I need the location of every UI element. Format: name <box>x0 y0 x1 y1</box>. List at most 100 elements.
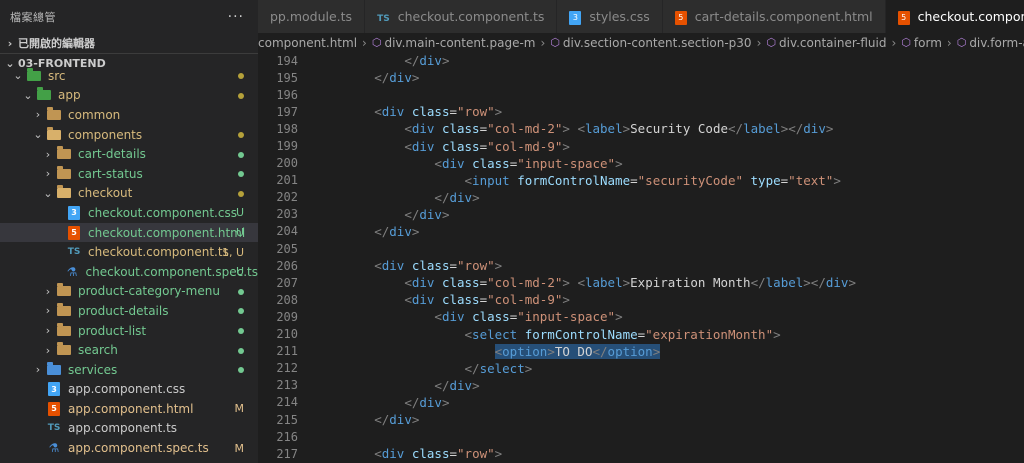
line-number: 202 <box>276 190 298 205</box>
tree-item[interactable]: ⚗ checkout.component.spec.ts U <box>0 262 258 282</box>
editor-tab[interactable]: TS checkout.component.ts <box>365 0 558 33</box>
git-status-dot <box>238 167 244 180</box>
tree-item[interactable]: › cart-status <box>0 164 258 184</box>
element-icon: ⬡ <box>956 36 967 49</box>
breadcrumb-item[interactable]: component.html <box>258 36 357 50</box>
chevron-right-icon: › <box>891 35 897 50</box>
line-number: 209 <box>276 309 298 324</box>
code-line: 214 </div> <box>258 394 1024 411</box>
editor-tab[interactable]: 5checkout.component.html× <box>885 0 1024 33</box>
tree-item[interactable]: 3 app.component.css <box>0 380 258 400</box>
chevron-right-icon: › <box>756 35 762 50</box>
tree-item[interactable]: 5 app.component.html M <box>0 399 258 419</box>
code-text: <div class="row"> <box>374 258 503 274</box>
tree-item-label: checkout <box>78 186 133 201</box>
status-dot <box>238 308 244 315</box>
status-dot <box>238 288 244 295</box>
line-number: 206 <box>276 258 298 273</box>
tree-item[interactable]: › search <box>0 340 258 360</box>
tree-item[interactable]: › product-list <box>0 321 258 341</box>
folder-icon <box>56 342 72 357</box>
code-line: 201 <input formControlName="securityCode… <box>258 172 1024 189</box>
chevron-down-icon: ⌄ <box>23 88 33 102</box>
line-number: 216 <box>276 429 298 444</box>
tree-item-label: checkout.component.css <box>88 205 237 220</box>
folder-icon <box>36 87 52 102</box>
code-line: 216 <box>258 428 1024 445</box>
tree-item[interactable]: › common <box>0 105 258 125</box>
git-status-badge: M <box>234 441 245 455</box>
chevron-right-icon: › <box>45 304 51 318</box>
tree-item[interactable]: ⌄ src <box>0 66 258 86</box>
spec-file-icon: ⚗ <box>66 264 78 279</box>
tab-label: checkout.component.ts <box>397 9 545 24</box>
editor-tab[interactable]: 3 styles.css <box>557 0 663 33</box>
editor-area: TSpp.module.ts TS checkout.component.ts 3 st… <box>258 0 1024 463</box>
tab-label: styles.css <box>589 9 650 24</box>
line-number: 197 <box>276 104 298 119</box>
code-line: 205 <box>258 240 1024 257</box>
breadcrumb-item[interactable]: div.form-are <box>969 36 1024 50</box>
tree-item[interactable]: › services <box>0 360 258 380</box>
tree-item[interactable]: TS checkout.component.ts 1, U <box>0 242 258 262</box>
tree-item[interactable]: › cart-details <box>0 144 258 164</box>
code-text: </div> <box>434 377 480 393</box>
tree-item[interactable]: ⌄ app <box>0 86 258 106</box>
code-text: <div class="col-md-2"> <label>Security C… <box>404 121 834 137</box>
tree-item[interactable]: ⌄ components <box>0 125 258 145</box>
code-line: 194 </div> <box>258 52 1024 69</box>
tree-item[interactable]: › product-category-menu <box>0 282 258 302</box>
status-dot <box>238 328 244 335</box>
open-editors-section[interactable]: › 已開啟的編輯器 <box>0 33 258 53</box>
code-line: 207 <div class="col-md-2"> <label>Expira… <box>258 274 1024 291</box>
tree-item[interactable]: ⌄ checkout <box>0 184 258 204</box>
explorer-sidebar: 檔案總管 ··· › 已開啟的編輯器 ⌄ 03-FRONTEND ⌄ src ⌄ ap… <box>0 0 258 463</box>
folder-icon <box>46 126 62 142</box>
git-status-dot <box>238 148 244 161</box>
tree-item[interactable]: 5 checkout.component.html U <box>0 222 258 243</box>
code-line: 213 </div> <box>258 377 1024 394</box>
line-number: 217 <box>276 446 298 461</box>
line-number: 196 <box>276 87 298 102</box>
git-status-dot <box>238 324 244 337</box>
breadcrumb: component.html › ⬡ div.main-content.page-m ›… <box>258 33 1024 52</box>
breadcrumb-item[interactable]: div.section-content.section-p30 <box>563 36 752 50</box>
more-actions-icon[interactable]: ··· <box>228 9 244 25</box>
code-text: </div> <box>404 53 450 69</box>
git-status-badge: U <box>235 206 244 220</box>
breadcrumb-item[interactable]: div.container-fluid <box>779 36 886 50</box>
tree-item-label: src <box>48 68 66 83</box>
tree-item[interactable]: TS app.component.ts <box>0 419 258 439</box>
line-number: 199 <box>276 139 298 154</box>
line-number: 214 <box>276 395 298 410</box>
breadcrumb-item[interactable]: div.main-content.page-m <box>384 36 535 50</box>
breadcrumb-item[interactable]: form <box>914 36 942 50</box>
git-status-badge: U <box>235 265 244 279</box>
folder-icon <box>26 67 42 83</box>
tree-item[interactable]: › product-details <box>0 301 258 321</box>
line-number: 210 <box>276 327 298 342</box>
git-status-badge: U <box>235 226 244 240</box>
editor-tabs: TSpp.module.ts TS checkout.component.ts 3 st… <box>258 0 1024 33</box>
code-view[interactable]: 194 </div> 195 </div> 196 197 <div class="r… <box>258 52 1024 462</box>
chevron-down-icon: ⌄ <box>33 128 43 142</box>
editor-tab[interactable]: 5 cart-details.component.html <box>662 0 886 33</box>
git-status-dot <box>238 128 244 141</box>
code-line: 208 <div class="col-md-9"> <box>258 291 1024 308</box>
chevron-right-icon: › <box>45 324 51 338</box>
folder-icon <box>56 322 72 338</box>
folder-icon <box>46 361 62 377</box>
code-text: <div class="row"> <box>374 446 503 462</box>
tree-item-label: cart-status <box>78 166 143 181</box>
tree-item[interactable]: ⚗ app.component.spec.ts M <box>0 438 258 458</box>
code-text: <div class="col-md-9"> <box>404 138 570 154</box>
editor-tab[interactable]: TSpp.module.ts <box>258 0 366 33</box>
tree-item-label: app.component.html <box>68 401 194 416</box>
tree-item[interactable]: 3 checkout.component.css U <box>0 203 258 223</box>
code-line: 209 <div class="input-space"> <box>258 308 1024 325</box>
line-number: 211 <box>276 344 298 359</box>
line-number: 205 <box>276 241 298 256</box>
typescript-file-icon: TS <box>47 423 61 434</box>
code-text: <select formControlName="expirationMonth… <box>464 326 781 342</box>
code-line: 215 </div> <box>258 411 1024 428</box>
